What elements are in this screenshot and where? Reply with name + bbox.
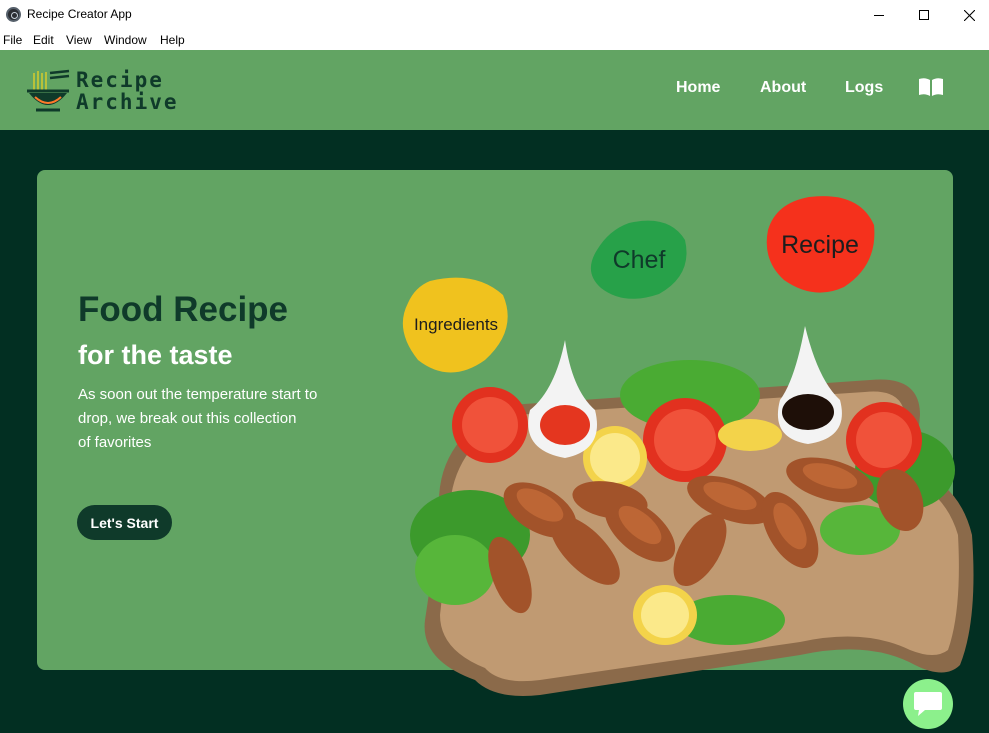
app-navbar: Recipe Archive Home About Logs — [0, 50, 989, 130]
hero-title: Food Recipe — [78, 290, 289, 329]
ingredients-label: Ingredients — [413, 315, 499, 334]
logo-text: Recipe Archive — [76, 69, 179, 113]
nav-home[interactable]: Home — [676, 79, 720, 97]
window-title: Recipe Creator App — [27, 7, 132, 21]
maximize-button[interactable] — [901, 0, 947, 30]
menu-file[interactable]: File — [3, 33, 22, 47]
recipe-blob: Recipe — [764, 195, 876, 295]
logo-line-2: Archive — [76, 90, 179, 114]
close-icon — [963, 9, 975, 21]
open-book-icon[interactable] — [918, 77, 944, 97]
hero-description-line: As soon out the temperature start to — [78, 386, 318, 403]
logo[interactable]: Recipe Archive — [24, 67, 177, 115]
nav-about[interactable]: About — [760, 79, 806, 97]
hero-subtitle: for the taste — [78, 340, 233, 370]
menu-window[interactable]: Window — [104, 33, 147, 47]
window-titlebar: Recipe Creator App — [0, 0, 989, 30]
minimize-icon — [874, 14, 884, 16]
hero-description-line: drop, we break out this collection — [78, 410, 297, 427]
menu-view[interactable]: View — [66, 33, 92, 47]
chat-button[interactable] — [903, 679, 953, 729]
logo-line-1: Recipe — [76, 68, 164, 92]
chef-blob: Chef — [589, 220, 689, 300]
maximize-icon — [919, 10, 929, 20]
menu-bar: File Edit View Window Help — [0, 30, 989, 50]
menu-help[interactable]: Help — [160, 33, 185, 47]
chat-bubble-icon — [914, 692, 942, 716]
hero-description-line: of favorites — [78, 434, 152, 451]
noodle-bowl-icon — [27, 69, 70, 112]
nav-logs[interactable]: Logs — [845, 79, 883, 97]
ingredients-blob: Ingredients — [400, 275, 512, 375]
menu-edit[interactable]: Edit — [33, 33, 54, 47]
main-area: Food Recipe for the taste As soon out th… — [0, 130, 989, 733]
hero-description: As soon out the temperature start to dro… — [78, 383, 353, 455]
food-platter-image — [410, 326, 974, 696]
lets-start-button[interactable]: Let's Start — [77, 505, 172, 540]
recipe-label: Recipe — [781, 230, 859, 259]
minimize-button[interactable] — [856, 0, 902, 30]
app-icon — [6, 7, 21, 22]
chef-label: Chef — [612, 245, 666, 274]
close-button[interactable] — [946, 0, 989, 30]
